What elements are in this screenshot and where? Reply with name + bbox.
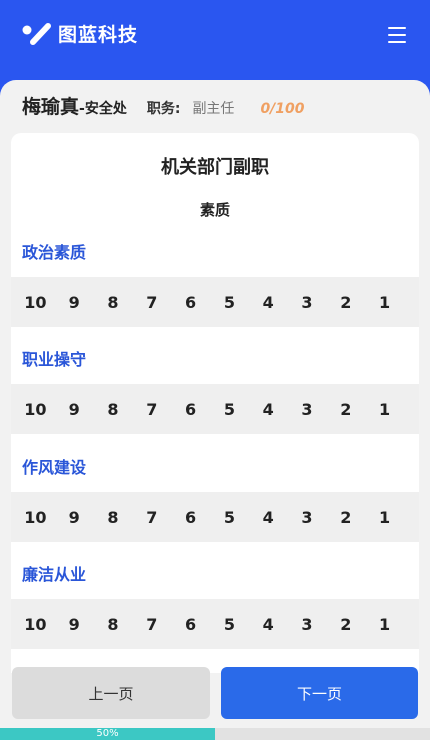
- score-option[interactable]: 4: [249, 293, 288, 312]
- score-option[interactable]: 1: [365, 400, 404, 419]
- score-option[interactable]: 7: [132, 508, 171, 527]
- score-option[interactable]: 9: [55, 615, 94, 634]
- brand-name: 图蓝科技: [58, 24, 139, 46]
- score-option[interactable]: 2: [326, 615, 365, 634]
- score-option[interactable]: 8: [94, 293, 133, 312]
- score-option[interactable]: 9: [55, 400, 94, 419]
- score-option[interactable]: 4: [249, 400, 288, 419]
- score-option[interactable]: 4: [249, 615, 288, 634]
- user-name: 梅瑜真: [22, 96, 80, 118]
- progress-label: 50%: [96, 728, 119, 739]
- score-option[interactable]: 5: [210, 400, 249, 419]
- score-option[interactable]: 9: [55, 508, 94, 527]
- user-info: 梅瑜真 -安全处 职务: 副主任 0/100: [22, 92, 305, 120]
- score-option[interactable]: 3: [288, 508, 327, 527]
- score-option[interactable]: 4: [249, 508, 288, 527]
- score-option[interactable]: 7: [132, 615, 171, 634]
- score-options: 10 9 8 7 6 5 4 3 2 1: [11, 277, 419, 327]
- score-option[interactable]: 10: [16, 400, 55, 419]
- rating-progress-count: 0/100: [260, 101, 305, 117]
- score-option[interactable]: 2: [326, 400, 365, 419]
- score-option[interactable]: 2: [326, 293, 365, 312]
- score-option[interactable]: 7: [132, 293, 171, 312]
- score-option[interactable]: 3: [288, 293, 327, 312]
- section-title: 政治素质: [22, 243, 87, 262]
- position-value: 副主任: [192, 101, 235, 117]
- evaluation-card: 机关部门副职 素质 政治素质 10 9 8 7 6 5 4 3 2 1 职业操守 10 9 8 7 6 5 4 3 2 1…: [11, 133, 419, 673]
- score-option[interactable]: 2: [326, 508, 365, 527]
- position-label: 职务:: [146, 101, 181, 117]
- score-option[interactable]: 10: [16, 615, 55, 634]
- card-subtitle: 素质: [199, 201, 230, 219]
- brand-logo-icon: [22, 23, 51, 45]
- score-option[interactable]: 7: [132, 400, 171, 419]
- section-title: 作风建设: [22, 458, 87, 477]
- score-option[interactable]: 8: [94, 615, 133, 634]
- score-option[interactable]: 10: [16, 293, 55, 312]
- score-options: 10 9 8 7 6 5 4 3 2 1: [11, 492, 419, 542]
- score-option[interactable]: 8: [94, 508, 133, 527]
- section-title: 廉洁从业: [22, 565, 87, 584]
- score-option[interactable]: 6: [171, 508, 210, 527]
- card-title: 机关部门副职: [161, 157, 269, 178]
- score-options: 10 9 8 7 6 5 4 3 2 1: [11, 384, 419, 434]
- score-option[interactable]: 6: [171, 615, 210, 634]
- hamburger-menu-icon[interactable]: [388, 27, 406, 43]
- score-option[interactable]: 9: [55, 293, 94, 312]
- progress-bar: 50%: [0, 728, 430, 740]
- score-option[interactable]: 6: [171, 400, 210, 419]
- score-option[interactable]: 3: [288, 615, 327, 634]
- score-option[interactable]: 8: [94, 400, 133, 419]
- score-option[interactable]: 1: [365, 508, 404, 527]
- score-option[interactable]: 6: [171, 293, 210, 312]
- section-title: 职业操守: [22, 350, 87, 369]
- score-option[interactable]: 1: [365, 615, 404, 634]
- user-department: -安全处: [79, 101, 127, 117]
- main-content: 梅瑜真 -安全处 职务: 副主任 0/100 机关部门副职 素质 政治素质 10 9…: [0, 80, 430, 740]
- score-option[interactable]: 3: [288, 400, 327, 419]
- score-option[interactable]: 5: [210, 615, 249, 634]
- score-option[interactable]: 5: [210, 293, 249, 312]
- score-option[interactable]: 10: [16, 508, 55, 527]
- score-option[interactable]: 1: [365, 293, 404, 312]
- next-page-button[interactable]: 下一页: [221, 667, 418, 719]
- score-options: 10 9 8 7 6 5 4 3 2 1: [11, 599, 419, 649]
- app-header: 图蓝科技: [0, 0, 430, 80]
- prev-page-button[interactable]: 上一页: [12, 667, 210, 719]
- score-option[interactable]: 5: [210, 508, 249, 527]
